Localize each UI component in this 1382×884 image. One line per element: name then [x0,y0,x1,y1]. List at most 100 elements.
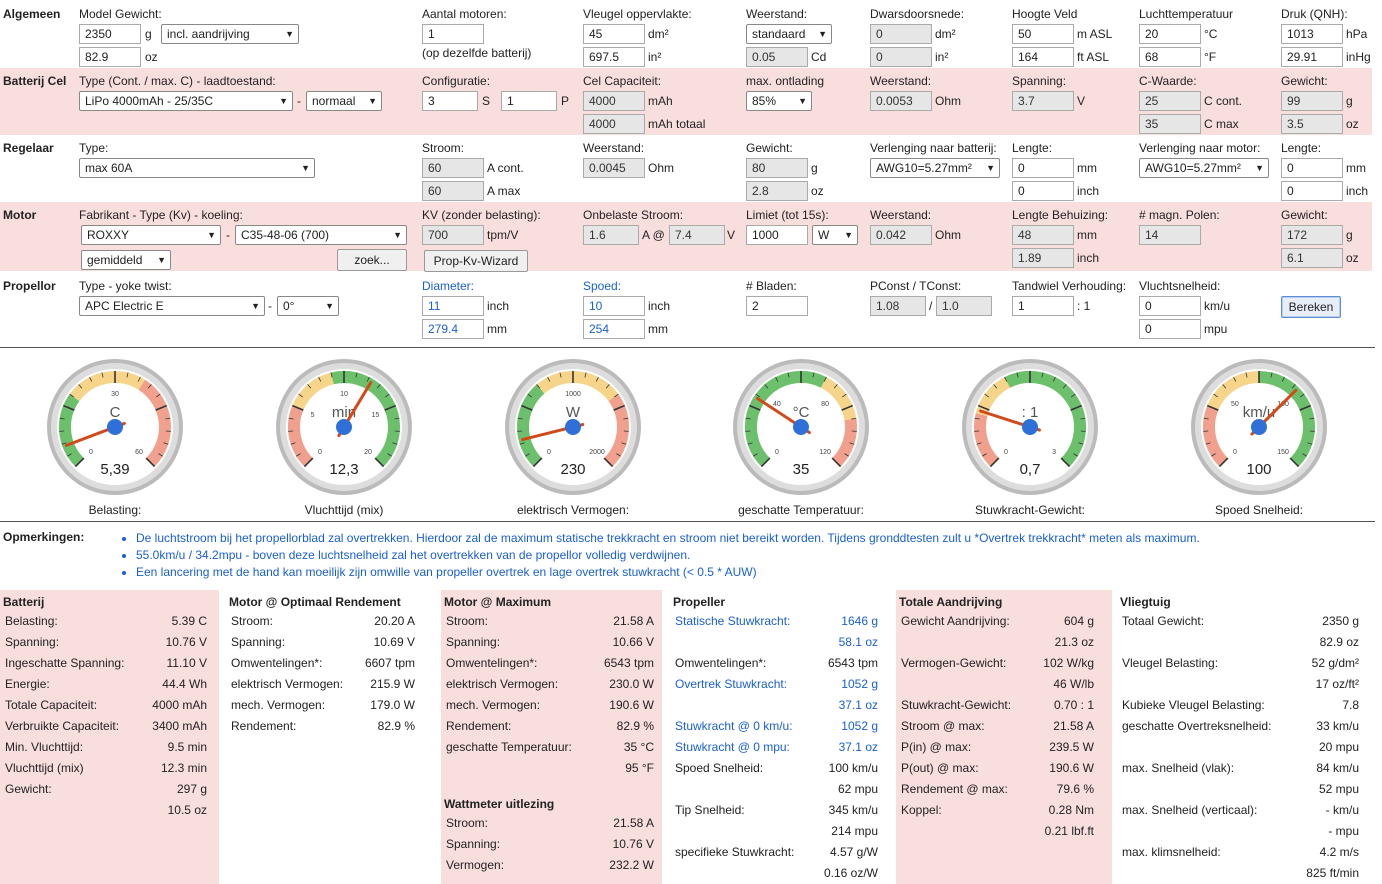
gewicht-oz-input[interactable]: 82.9 [79,47,141,67]
motor-gewicht-oz[interactable]: 6.1 [1281,248,1343,268]
lengte2-mm-input[interactable]: 0 [1281,158,1343,178]
tandwiel-input[interactable]: 1 [1012,296,1074,316]
druk-hpa-input[interactable]: 1013 [1281,24,1343,44]
tconst-input[interactable]: 1.0 [936,296,992,316]
result-value: 345 km/u [828,803,878,817]
spanning-label: Spanning: [1012,74,1067,88]
chevron-down-icon: ▼ [818,29,827,39]
bereken-button[interactable]: Bereken [1281,296,1341,318]
batterij-type-select[interactable]: LiPo 4000mAh - 25/35C ▼ [79,91,293,111]
polen-input[interactable]: 14 [1139,225,1201,245]
gauge-tick-label: 40 [773,401,781,408]
separator [0,521,1375,522]
result-label: Stuwkracht @ 0 mpu: [675,740,790,754]
prop-kv-wizard-button[interactable]: Prop-Kv-Wizard [424,250,528,272]
g-unit: g [811,161,818,175]
limiet-input[interactable]: 1000 [746,225,808,245]
regelaar-gewicht-g[interactable]: 80 [746,158,808,178]
motor-type-select[interactable]: C35-48-06 (700) ▼ [235,225,407,245]
c-cont-input[interactable]: 25 [1139,91,1201,111]
cwaarde-label: C-Waarde: [1139,74,1197,88]
stroom-cont-input[interactable]: 60 [422,158,484,178]
onbelast-v-input[interactable]: 7.4 [669,225,725,245]
opmerkingen-title: Opmerkingen: [3,530,85,544]
result-value: 10.69 V [373,635,415,649]
vlucht-kmu-input[interactable]: 0 [1139,296,1201,316]
spoed-inch-input[interactable]: 10 [583,296,645,316]
gewicht-g-input[interactable]: 2350 [79,24,141,44]
onbelast-a-input[interactable]: 1.6 [583,225,639,245]
kv-input[interactable]: 700 [422,225,484,245]
twist-select[interactable]: 0° ▼ [277,296,339,316]
bladen-label: # Bladen: [746,279,797,293]
cap-input[interactable]: 4000 [583,91,645,111]
hoogte-ft-input[interactable]: 164 [1012,47,1074,67]
f-unit: °F [1204,50,1217,64]
limiet-select[interactable]: W ▼ [812,225,858,245]
regelaar-gewicht-oz[interactable]: 2.8 [746,181,808,201]
gauge-label: Belasting: [88,503,142,517]
batterij-weerstand-input[interactable]: 0.0053 [870,91,932,111]
result-col-title: Vliegtuig [1120,595,1171,609]
temp-f-input[interactable]: 68 [1139,47,1201,67]
spanning-input[interactable]: 3.7 [1012,91,1074,111]
pconst-label: PConst / TConst: [870,279,962,293]
bladen-input[interactable]: 2 [746,296,808,316]
fabrikant-select[interactable]: ROXXY ▼ [81,225,221,245]
ontlading-select[interactable]: 85% ▼ [746,91,812,111]
batterij-gewicht-g[interactable]: 99 [1281,91,1343,111]
temp-c-input[interactable]: 20 [1139,24,1201,44]
gewicht-select[interactable]: incl. aandrijving ▼ [161,24,299,44]
result-label: Energie: [5,677,50,691]
vleugel-in-input[interactable]: 697.5 [583,47,645,67]
c-max-input[interactable]: 35 [1139,114,1201,134]
motor-fab-label: Fabrikant - Type (Kv) - koeling: [79,208,243,222]
gauge: 0 3: 1 0,7 [960,357,1100,497]
result-value: 20.20 A [374,614,415,628]
verl-mot-select[interactable]: AWG10=5.27mm² ▼ [1139,158,1269,178]
lengte-inch-input[interactable]: 0 [1012,181,1074,201]
gauge-tick-label: 1000 [565,391,581,398]
pconst-input[interactable]: 1.08 [870,296,926,316]
result-label: Stuwkracht @ 0 km/u: [675,719,793,733]
motor-gewicht-g[interactable]: 172 [1281,225,1343,245]
weerstand-cd-input[interactable]: 0.05 [746,47,808,67]
laadtoestand-select[interactable]: normaal ▼ [306,91,382,111]
motoren-input[interactable]: 1 [422,24,484,44]
dwars-in-input[interactable]: 0 [870,47,932,67]
koeling-select[interactable]: gemiddeld ▼ [81,250,171,270]
diameter-mm-input[interactable]: 279.4 [422,319,484,339]
gauge-tick-label: 0 [775,449,779,456]
cap-tot-input[interactable]: 4000 [583,114,645,134]
prop-type-select[interactable]: APC Electric E ▼ [79,296,265,316]
gauge-label: Vluchttijd (mix) [304,503,384,517]
dwars-dm-input[interactable]: 0 [870,24,932,44]
behuizing-mm-input[interactable]: 48 [1012,225,1074,245]
diameter-inch-input[interactable]: 11 [422,296,484,316]
behuizing-inch-input[interactable]: 1.89 [1012,248,1074,268]
regelaar-weerstand-input[interactable]: 0.0045 [583,158,645,178]
p-input[interactable]: 1 [501,91,557,111]
zoek-button[interactable]: zoek... [337,249,407,271]
motor-weerstand-input[interactable]: 0.042 [870,225,932,245]
lengte2-inch-input[interactable]: 0 [1281,181,1343,201]
result-value: 1052 g [841,677,878,691]
p-unit: P [561,94,570,108]
result-value: 46 W/lb [1053,677,1094,691]
verl-bat-select[interactable]: AWG10=5.27mm² ▼ [870,158,1000,178]
result-label: Vermogen: [446,858,505,872]
vleugel-dm-input[interactable]: 45 [583,24,645,44]
regelaar-type-select[interactable]: max 60A ▼ [79,158,315,178]
batterij-gewicht-oz[interactable]: 3.5 [1281,114,1343,134]
weerstand-select[interactable]: standaard ▼ [746,24,832,44]
druk-inhg-input[interactable]: 29.91 [1281,47,1343,67]
hoogte-m-input[interactable]: 50 [1012,24,1074,44]
vlucht-mpu-input[interactable]: 0 [1139,319,1201,339]
stroom-max-input[interactable]: 60 [422,181,484,201]
spoed-mm-input[interactable]: 254 [583,319,645,339]
polen-label: # magn. Polen: [1139,208,1220,222]
lengte-mm-input[interactable]: 0 [1012,158,1074,178]
result-label: Stroom @ max: [901,719,985,733]
regelaar-gewicht-label: Gewicht: [746,141,793,155]
s-input[interactable]: 3 [422,91,478,111]
